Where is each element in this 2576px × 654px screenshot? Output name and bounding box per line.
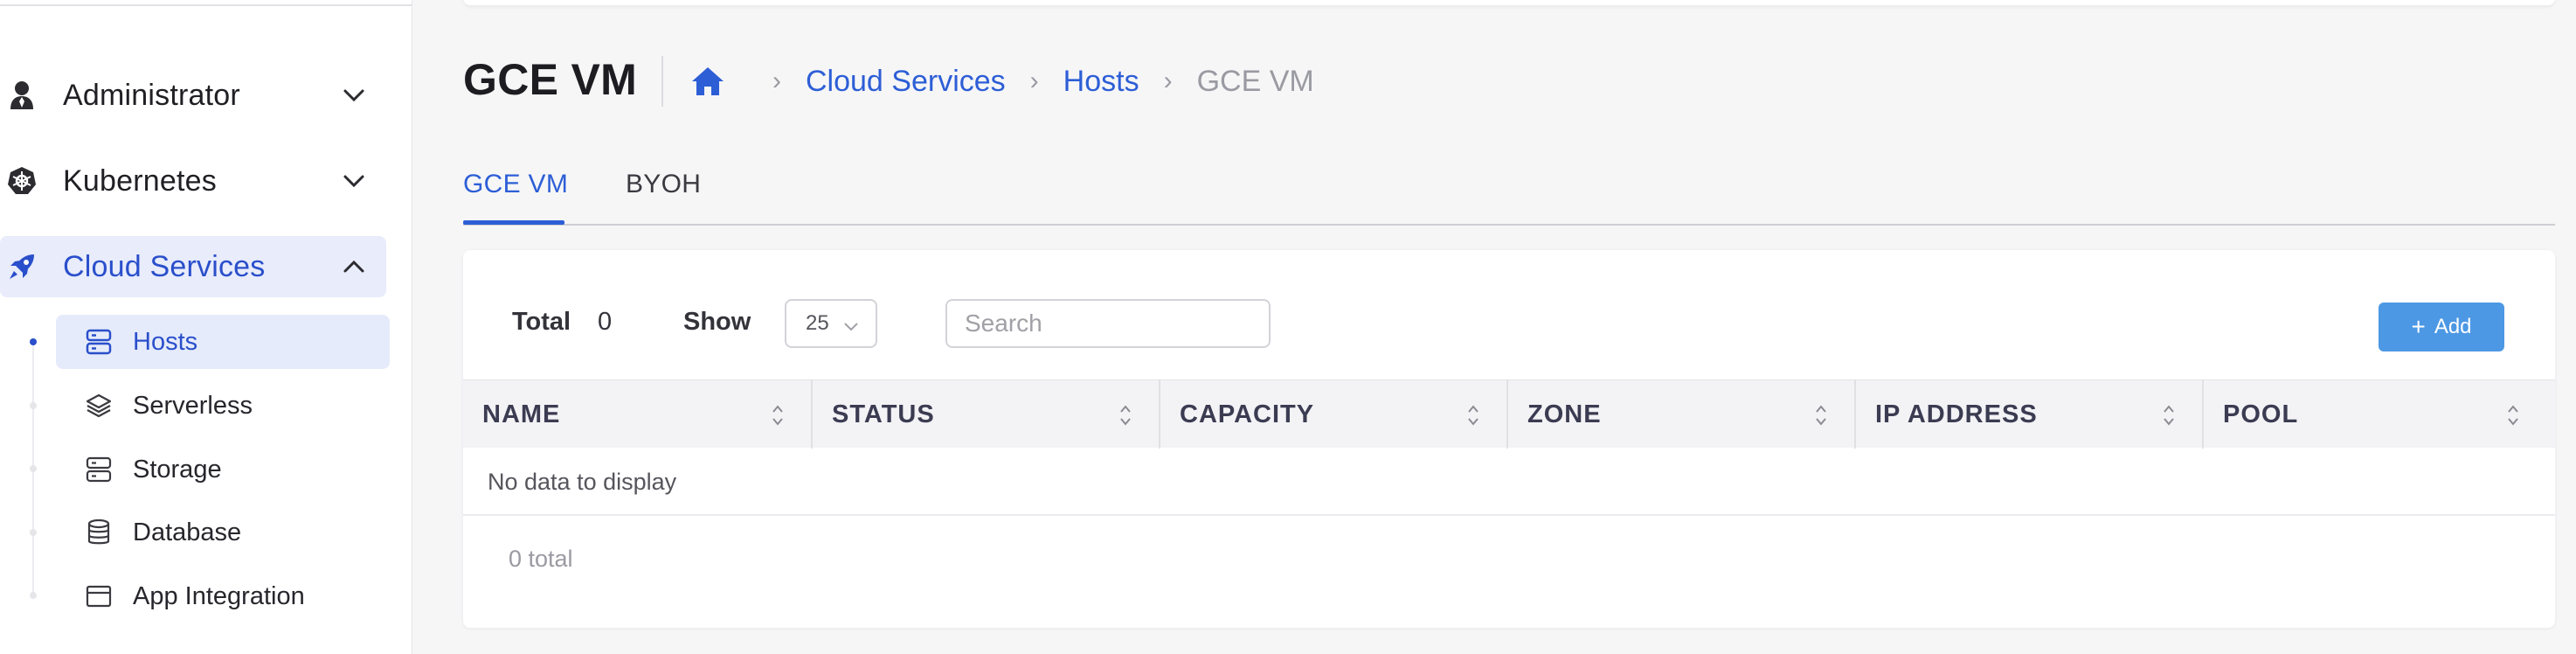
sidebar-item-label: Database xyxy=(133,518,242,546)
add-button-label: Add xyxy=(2434,315,2472,338)
window-icon xyxy=(84,581,114,611)
sidebar-group-label: Administrator xyxy=(63,78,240,112)
sidebar-item-database[interactable]: Database xyxy=(56,505,390,560)
sidebar-item-hosts[interactable]: Hosts xyxy=(56,315,390,369)
sidebar-divider xyxy=(0,4,412,6)
table-header: NAME STATUS CAPACITY ZONE IP ADDRESS POO… xyxy=(463,379,2555,449)
sidebar-item-app-integration[interactable]: App Integration xyxy=(56,569,390,623)
sort-icon[interactable] xyxy=(2506,403,2520,428)
sidebar-item-storage[interactable]: Storage xyxy=(56,442,390,497)
sidebar-item-label: Storage xyxy=(133,455,222,484)
sort-icon[interactable] xyxy=(1814,403,1828,428)
user-icon xyxy=(7,80,37,110)
column-label: IP ADDRESS xyxy=(1875,400,2038,428)
column-header-zone[interactable]: ZONE xyxy=(1508,380,1856,449)
sidebar-group-kubernetes[interactable]: Kubernetes xyxy=(0,150,386,212)
table-footer-total: 0 total xyxy=(509,546,573,572)
column-label: NAME xyxy=(482,400,561,428)
column-label: CAPACITY xyxy=(1180,400,1315,428)
breadcrumb-separator-icon: › xyxy=(1029,66,1039,95)
tree-dot xyxy=(30,592,37,599)
total-label: Total xyxy=(512,308,571,336)
sidebar-item-label: App Integration xyxy=(133,581,305,610)
column-header-capacity[interactable]: CAPACITY xyxy=(1160,380,1508,449)
title-divider xyxy=(661,56,663,107)
tree-dot xyxy=(30,338,37,345)
tab-byoh[interactable]: BYOH xyxy=(626,170,701,199)
breadcrumb-separator-icon: › xyxy=(1163,66,1173,95)
total-count: 0 xyxy=(598,308,613,336)
sidebar-group-label: Kubernetes xyxy=(63,164,217,198)
sort-icon[interactable] xyxy=(1118,403,1132,428)
kubernetes-icon xyxy=(7,166,37,196)
chevron-down-icon xyxy=(842,317,860,334)
sort-icon[interactable] xyxy=(771,403,785,428)
tab-bar: GCE VM BYOH xyxy=(463,163,2555,226)
rocket-icon xyxy=(7,252,37,282)
sidebar-group-administrator[interactable]: Administrator xyxy=(0,65,386,126)
layers-icon xyxy=(84,391,114,421)
server-icon xyxy=(84,327,114,357)
tree-dot xyxy=(30,529,37,536)
breadcrumb-hosts[interactable]: Hosts xyxy=(1063,65,1139,99)
breadcrumb-current: GCE VM xyxy=(1196,64,1314,98)
home-icon[interactable] xyxy=(690,64,725,99)
show-label: Show xyxy=(683,308,751,336)
sidebar-group-cloud-services[interactable]: Cloud Services xyxy=(0,236,386,297)
breadcrumb-separator-icon: › xyxy=(772,66,781,95)
breadcrumb: › Cloud Services › Hosts › GCE VM xyxy=(690,61,1314,101)
top-card xyxy=(463,0,2555,5)
tree-dot xyxy=(30,465,37,472)
table-empty-row: No data to display xyxy=(463,448,2555,516)
page-title: GCE VM xyxy=(463,55,638,104)
sidebar-item-label: Serverless xyxy=(133,391,253,420)
add-button[interactable]: + Add xyxy=(2379,303,2504,351)
tab-active-indicator xyxy=(463,220,564,225)
empty-message: No data to display xyxy=(488,469,677,495)
column-label: STATUS xyxy=(832,400,935,428)
page-size-select[interactable]: 25 xyxy=(785,299,877,348)
column-header-ip-address[interactable]: IP ADDRESS xyxy=(1856,380,2204,449)
plus-icon: + xyxy=(2411,313,2426,340)
sort-icon[interactable] xyxy=(2162,403,2176,428)
chevron-up-icon[interactable] xyxy=(341,254,367,280)
column-header-status[interactable]: STATUS xyxy=(813,380,1160,449)
page-size-value: 25 xyxy=(806,311,829,335)
sidebar-item-serverless[interactable]: Serverless xyxy=(56,379,390,433)
sidebar: Administrator Kubernetes Cloud Services … xyxy=(0,0,412,654)
chevron-down-icon[interactable] xyxy=(341,82,367,108)
sidebar-item-label: Hosts xyxy=(133,327,198,356)
database-icon xyxy=(84,518,114,547)
sidebar-group-label: Cloud Services xyxy=(63,249,266,283)
breadcrumb-cloud-services[interactable]: Cloud Services xyxy=(806,65,1006,99)
tab-gce-vm[interactable]: GCE VM xyxy=(463,170,568,199)
search-input[interactable] xyxy=(945,299,1271,348)
column-label: ZONE xyxy=(1527,400,1602,428)
column-label: POOL xyxy=(2223,400,2299,428)
server-icon xyxy=(84,455,114,484)
sort-icon[interactable] xyxy=(1466,403,1480,428)
column-header-pool[interactable]: POOL xyxy=(2204,380,2555,449)
column-header-name[interactable]: NAME xyxy=(463,380,813,449)
tree-dot xyxy=(30,402,37,409)
chevron-down-icon[interactable] xyxy=(341,168,367,194)
hosts-table-card: Total 0 Show 25 + Add NAME STATUS CAPACI… xyxy=(463,250,2555,628)
